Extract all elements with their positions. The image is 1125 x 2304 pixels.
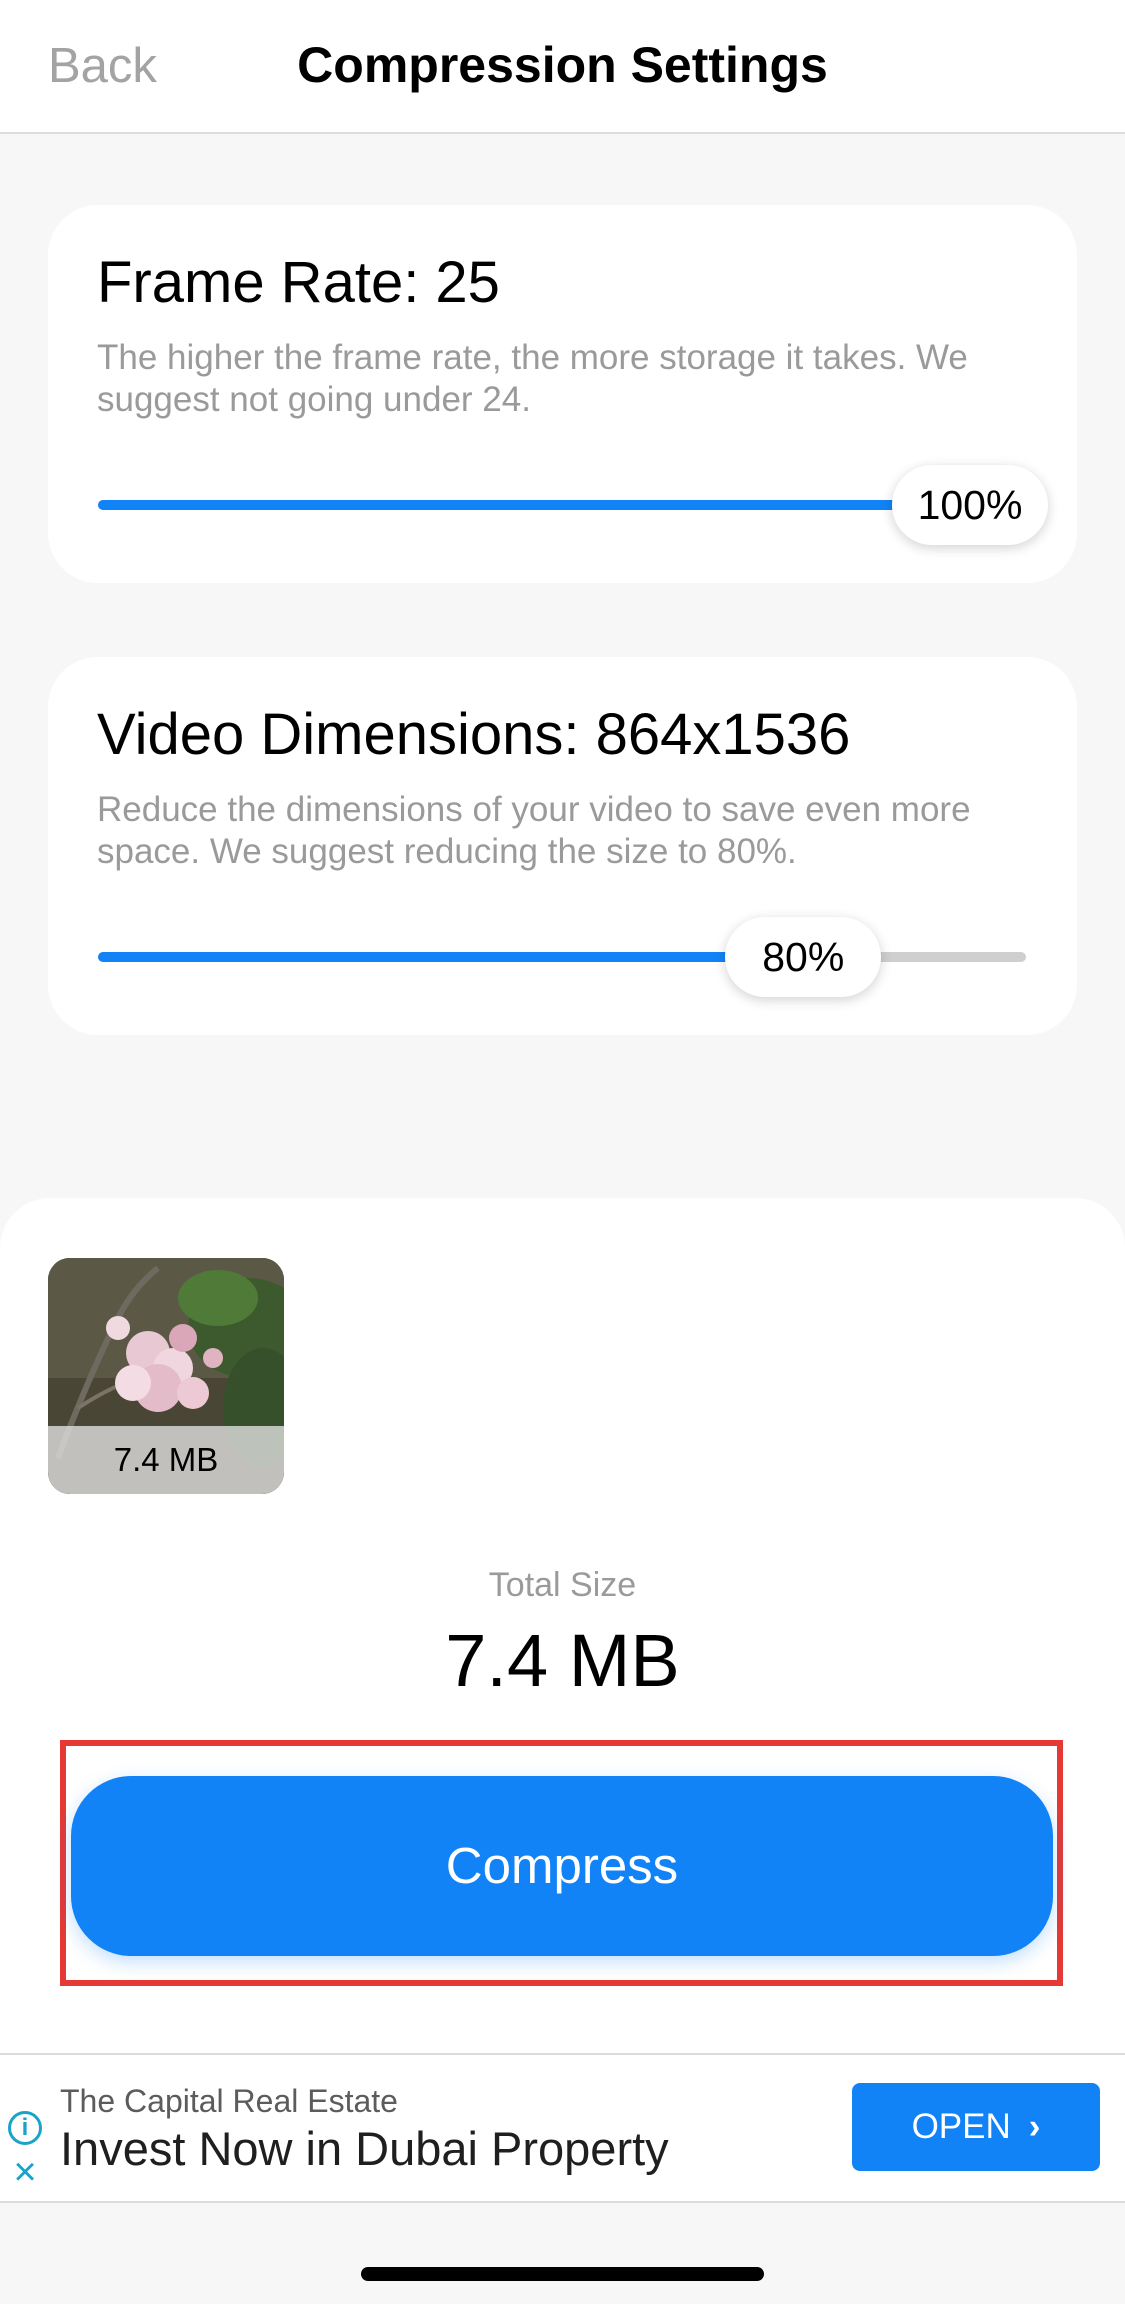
video-dimensions-slider-fill <box>98 952 804 962</box>
frame-rate-slider-fill <box>98 500 1026 510</box>
frame-rate-slider-thumb[interactable]: 100% <box>892 465 1048 545</box>
video-dimensions-description: Reduce the dimensions of your video to s… <box>97 790 971 871</box>
ad-advertiser-name: The Capital Real Estate <box>60 2083 398 2119</box>
video-dimensions-title: Video Dimensions: 864x1536 <box>97 702 851 767</box>
frame-rate-title: Frame Rate: 25 <box>97 250 500 315</box>
bottom-sheet: 7.4 MB Total Size 7.4 MB Compress <box>0 1198 1125 2056</box>
frame-rate-slider[interactable]: 100% <box>98 465 1048 545</box>
video-dimensions-card: Video Dimensions: 864x1536 Reduce the di… <box>48 657 1077 1035</box>
video-dimensions-slider[interactable]: 80% <box>98 917 1026 997</box>
ad-open-label: OPEN <box>911 2107 1011 2146</box>
chevron-right-icon: › <box>1028 2107 1041 2146</box>
page-title: Compression Settings <box>297 37 828 93</box>
nav-bar: Back Compression Settings <box>0 0 1125 134</box>
frame-rate-description: The higher the frame rate, the more stor… <box>97 338 968 419</box>
ad-open-button[interactable]: OPEN › <box>852 2083 1100 2171</box>
compress-button[interactable]: Compress <box>71 1776 1053 1956</box>
total-size-label: Total Size <box>488 1566 637 1604</box>
ad-banner[interactable]: i × The Capital Real Estate Invest Now i… <box>0 2053 1125 2203</box>
video-size-label: 7.4 MB <box>48 1426 284 1494</box>
home-indicator[interactable] <box>361 2267 764 2281</box>
ad-headline[interactable]: Invest Now in Dubai Property <box>60 2121 669 2176</box>
ad-close-icon[interactable]: × <box>8 2152 42 2192</box>
ad-info-icon[interactable]: i <box>8 2111 42 2145</box>
compression-settings-screen: Back Compression Settings Frame Rate: 25… <box>0 0 1125 2304</box>
frame-rate-card: Frame Rate: 25 The higher the frame rate… <box>48 205 1077 583</box>
total-size-value: 7.4 MB <box>445 1619 680 1702</box>
video-dimensions-slider-thumb[interactable]: 80% <box>725 917 882 997</box>
video-thumbnail[interactable]: 7.4 MB <box>48 1258 284 1494</box>
